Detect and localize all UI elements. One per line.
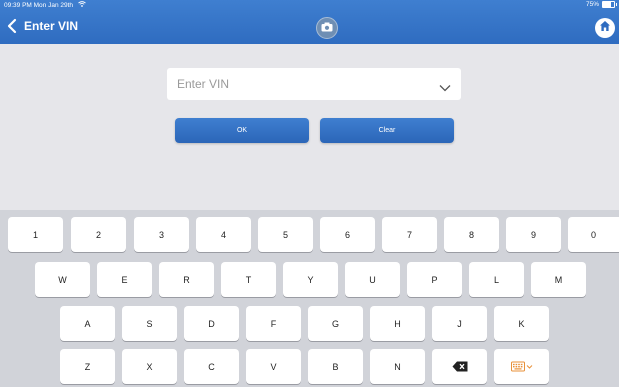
on-screen-keyboard: 1 2 3 4 5 6 7 8 9 0 W E R T Y U P L M A … (0, 210, 619, 387)
key[interactable]: 8 (444, 217, 499, 252)
key[interactable]: R (159, 262, 214, 297)
key[interactable]: N (370, 349, 425, 384)
hide-keyboard-key[interactable] (494, 349, 549, 384)
key[interactable]: C (184, 349, 239, 384)
battery-icon (602, 1, 617, 8)
key[interactable]: T (221, 262, 276, 297)
battery-percent: 75% (585, 1, 599, 8)
key[interactable]: 7 (382, 217, 437, 252)
key[interactable]: M (531, 262, 586, 297)
key[interactable]: 0 (568, 217, 619, 252)
back-chevron-icon (6, 18, 20, 34)
status-time: 09:39 PM Mon Jan 29th (4, 1, 86, 9)
key[interactable]: B (308, 349, 363, 384)
key[interactable]: U (345, 262, 400, 297)
page-title: Enter VIN (24, 19, 79, 33)
keyboard-hide-icon (510, 361, 533, 373)
key[interactable]: 5 (258, 217, 313, 252)
key[interactable]: V (246, 349, 301, 384)
camera-icon (321, 19, 333, 37)
key[interactable]: P (407, 262, 462, 297)
key[interactable]: E (97, 262, 152, 297)
wifi-icon (78, 1, 86, 9)
key[interactable]: 4 (196, 217, 251, 252)
back-button[interactable]: Enter VIN (6, 18, 78, 34)
header-bar: 09:39 PM Mon Jan 29th 75% Enter VIN (0, 0, 619, 44)
key[interactable]: S (122, 306, 177, 341)
home-icon (599, 19, 611, 37)
vin-entry-panel: OK Clear (0, 44, 619, 210)
key[interactable]: H (370, 306, 425, 341)
ok-button[interactable]: OK (175, 118, 309, 143)
key[interactable]: F (246, 306, 301, 341)
key[interactable]: G (308, 306, 363, 341)
key[interactable]: 3 (134, 217, 189, 252)
backspace-key[interactable] (432, 349, 487, 384)
key[interactable]: A (60, 306, 115, 341)
backspace-icon (452, 361, 468, 372)
key[interactable]: X (122, 349, 177, 384)
key[interactable]: K (494, 306, 549, 341)
key[interactable]: W (35, 262, 90, 297)
key[interactable]: 9 (506, 217, 561, 252)
key[interactable]: 2 (71, 217, 126, 252)
home-button[interactable] (595, 18, 615, 38)
key[interactable]: D (184, 306, 239, 341)
camera-button[interactable] (316, 17, 338, 39)
key[interactable]: Z (60, 349, 115, 384)
key[interactable]: L (469, 262, 524, 297)
key[interactable]: 1 (8, 217, 63, 252)
key[interactable]: 6 (320, 217, 375, 252)
chevron-down-icon[interactable] (439, 79, 451, 92)
vin-field[interactable] (167, 68, 461, 100)
key[interactable]: J (432, 306, 487, 341)
battery-status: 75% (585, 1, 617, 8)
vin-input[interactable] (175, 76, 439, 92)
clear-button[interactable]: Clear (320, 118, 454, 143)
key[interactable]: Y (283, 262, 338, 297)
